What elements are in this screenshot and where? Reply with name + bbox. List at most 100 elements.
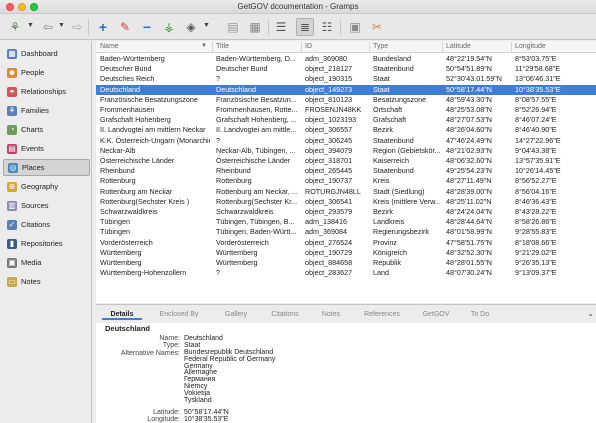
person-tree-icon[interactable]: ⚘ bbox=[6, 18, 24, 36]
sidebar-item-places[interactable]: ◎ Places bbox=[3, 159, 90, 176]
tab-enclosed-by[interactable]: Enclosed By bbox=[150, 309, 208, 320]
sidebar-item-label: People bbox=[21, 68, 45, 77]
chevron-down-icon[interactable]: ⌄ bbox=[587, 309, 594, 318]
sidebar-item-label: Events bbox=[21, 144, 44, 153]
tools-icon[interactable]: ✂ bbox=[368, 18, 386, 36]
column-header-name[interactable]: Name bbox=[100, 43, 119, 50]
edit-icon[interactable]: ✎ bbox=[116, 18, 134, 36]
sidebar-item-sources[interactable]: ▥ Sources bbox=[3, 197, 90, 214]
column-divider[interactable] bbox=[442, 42, 443, 52]
table-row[interactable]: II. Landvogtei am mittlern Neckar II. Lan… bbox=[96, 125, 596, 135]
chevron-down-icon[interactable]: ▼ bbox=[27, 22, 34, 29]
sort-indicator-icon: ▼ bbox=[201, 43, 207, 49]
table-row[interactable]: Württemberg Württemberg object_190729 König… bbox=[96, 248, 596, 258]
table-row[interactable]: Deutschland Deutschland object_149273 Staat… bbox=[96, 84, 596, 95]
table-cell-longitude: 14°27'22.96"E bbox=[515, 135, 561, 145]
table-cell-name: Deutsches Reich bbox=[100, 74, 155, 84]
add-icon[interactable]: + bbox=[94, 18, 112, 36]
column-divider[interactable] bbox=[511, 42, 512, 52]
table-row[interactable]: Vorderösterreich Vorderösterreich object_2… bbox=[96, 238, 596, 248]
sidebar-item-media[interactable]: ▣ Media bbox=[3, 254, 90, 271]
column-header-latitude[interactable]: Latitude bbox=[446, 43, 471, 50]
table-cell-id: object_318701 bbox=[305, 156, 353, 165]
tab-details[interactable]: Details bbox=[102, 309, 142, 320]
column-divider[interactable] bbox=[212, 42, 213, 52]
remove-icon[interactable]: − bbox=[138, 18, 156, 36]
column-header-type[interactable]: Type bbox=[373, 43, 388, 50]
table-row[interactable]: K.K. Österreich-Ungarn (Monarchie)? objec… bbox=[96, 136, 596, 146]
table-row[interactable]: Rheinbund Rheinbund object_265445 Staatenbu… bbox=[96, 166, 596, 176]
relationships-icon: ⚭ bbox=[7, 86, 17, 97]
chevron-down-icon[interactable]: ▼ bbox=[58, 22, 65, 29]
filter-icon[interactable]: ◈ bbox=[182, 18, 200, 36]
table-cell-title: Rheinbund bbox=[216, 166, 251, 176]
table-cell-longitude: 11°29'58.68"E bbox=[515, 64, 561, 74]
table-row[interactable]: Österreichische Länder Österreichische Lä… bbox=[96, 156, 596, 166]
table-cell-id: object_149273 bbox=[305, 84, 353, 94]
clipboard-icon[interactable]: ▤ bbox=[224, 18, 242, 36]
chevron-down-icon[interactable]: ▼ bbox=[203, 22, 210, 29]
table-row[interactable]: Neckar-Alb Neckar-Alb, Tübingen, ... objec… bbox=[96, 146, 596, 156]
table-row[interactable]: Rottenburg am Neckar Rottenburg am Neckar… bbox=[96, 187, 596, 197]
table-row[interactable]: Rottenburg(Sechster Kreis ) Rottenburg(Se… bbox=[96, 197, 596, 207]
column-header-id[interactable]: ID bbox=[305, 43, 312, 50]
tab-gallery[interactable]: Gallery bbox=[216, 309, 256, 320]
sidebar-item-repositories[interactable]: ▮ Repositories bbox=[3, 235, 90, 252]
merge-icon[interactable]: ⚶ bbox=[160, 18, 178, 36]
paste-icon[interactable]: ▦ bbox=[246, 18, 264, 36]
table-cell-type: Königreich bbox=[373, 247, 407, 257]
table-row[interactable]: Rottenburg Rottenburg object_190737 Kreis 48… bbox=[96, 176, 596, 186]
table-row[interactable]: Schwarzwaldkreis Schwarzwaldkreis object_2… bbox=[96, 207, 596, 217]
sidebar-item-families[interactable]: ⚘ Families bbox=[3, 102, 90, 119]
back-arrow-icon[interactable]: ⇦ bbox=[39, 18, 57, 36]
list-view-icon[interactable]: ☰ bbox=[272, 18, 290, 36]
table-row[interactable]: Tübingen Tübingen, Baden-Württ... adm_3690… bbox=[96, 227, 596, 237]
table-row[interactable]: Deutscher Bund Deutscher Bund object_21812… bbox=[96, 64, 596, 74]
table-row[interactable]: Tübingen Tübingen, Tübingen, B... adm_1384… bbox=[96, 217, 596, 227]
table-cell-name: Französische Besatzungszone bbox=[100, 94, 198, 104]
table-row[interactable]: Deutsches Reich? object_190315 Staat 52°30'… bbox=[96, 74, 596, 84]
table-cell-id: object_306541 bbox=[305, 196, 353, 206]
tab-to-do[interactable]: To Do bbox=[462, 309, 498, 320]
sidebar-item-events[interactable]: ▤ Events bbox=[3, 140, 90, 157]
sidebar-item-geography[interactable]: ⊕ Geography bbox=[3, 178, 90, 195]
sidebar-item-notes[interactable]: ▭ Notes bbox=[3, 273, 90, 290]
table-row[interactable]: Württemberg-Hohenzollern? object_283627 La… bbox=[96, 268, 596, 278]
column-header-longitude[interactable]: Longitude bbox=[515, 43, 546, 50]
table-row[interactable]: Französische Besatzungszone Französische … bbox=[96, 95, 596, 105]
column-header-title[interactable]: Title bbox=[216, 43, 229, 50]
alternative-name: Tyskland bbox=[184, 396, 212, 404]
sidebar-item-people[interactable]: ☻ People bbox=[3, 64, 90, 81]
sidebar-item-charts[interactable]: ◔ Charts bbox=[3, 121, 90, 138]
alternative-names-label: Alternative Names: bbox=[120, 350, 180, 357]
column-divider[interactable] bbox=[301, 42, 302, 52]
tab-notes[interactable]: Notes bbox=[314, 309, 348, 320]
table-cell-title: Deutschland bbox=[216, 84, 256, 94]
longitude-value: 10°38'35.53"E bbox=[184, 416, 229, 423]
tab-references[interactable]: References bbox=[354, 309, 410, 320]
table-row[interactable]: Frommenhausen Frommenhausen, Rotte... FROS… bbox=[96, 105, 596, 115]
print-icon[interactable]: ▣ bbox=[346, 18, 364, 36]
table-cell-title: Neckar-Alb, Tübingen, ... bbox=[216, 145, 296, 155]
sidebar-item-dashboard[interactable]: ▦ Dashboard bbox=[3, 45, 90, 62]
table-cell-id: object_394079 bbox=[305, 145, 353, 155]
table-cell-id: adm_369080 bbox=[305, 54, 347, 63]
table-row[interactable]: Grafschaft Hohenberg Grafschaft Hohenberg… bbox=[96, 115, 596, 125]
sidebar-item-citations[interactable]: ✓ Citations bbox=[3, 216, 90, 233]
table-row[interactable]: Württemberg Württemberg object_884658 Repub… bbox=[96, 258, 596, 268]
tab-getgov[interactable]: GetGOV bbox=[416, 309, 456, 320]
flat-view-icon[interactable]: ☷ bbox=[318, 18, 336, 36]
tree-view-icon[interactable]: ≣ bbox=[296, 18, 314, 36]
column-divider[interactable] bbox=[369, 42, 370, 52]
table-cell-longitude: 8°08'57.55"E bbox=[515, 94, 557, 104]
table-cell-name: Rheinbund bbox=[100, 166, 135, 176]
tab-citations[interactable]: Citations bbox=[262, 309, 308, 320]
table-cell-name: Tübingen bbox=[100, 217, 130, 227]
sidebar-item-relationships[interactable]: ⚭ Relationships bbox=[3, 83, 90, 100]
table-cell-name: Rottenburg bbox=[100, 176, 136, 186]
table-row[interactable]: Baden-Württemberg Baden-Württemberg, D...… bbox=[96, 54, 596, 64]
table-cell-type: Region (Gebietskör... bbox=[373, 145, 440, 155]
table-cell-longitude: 13°06'46.31"E bbox=[515, 74, 561, 84]
forward-arrow-icon[interactable]: ⇨ bbox=[68, 18, 86, 36]
table-cell-type: Grafschaft bbox=[373, 115, 407, 125]
